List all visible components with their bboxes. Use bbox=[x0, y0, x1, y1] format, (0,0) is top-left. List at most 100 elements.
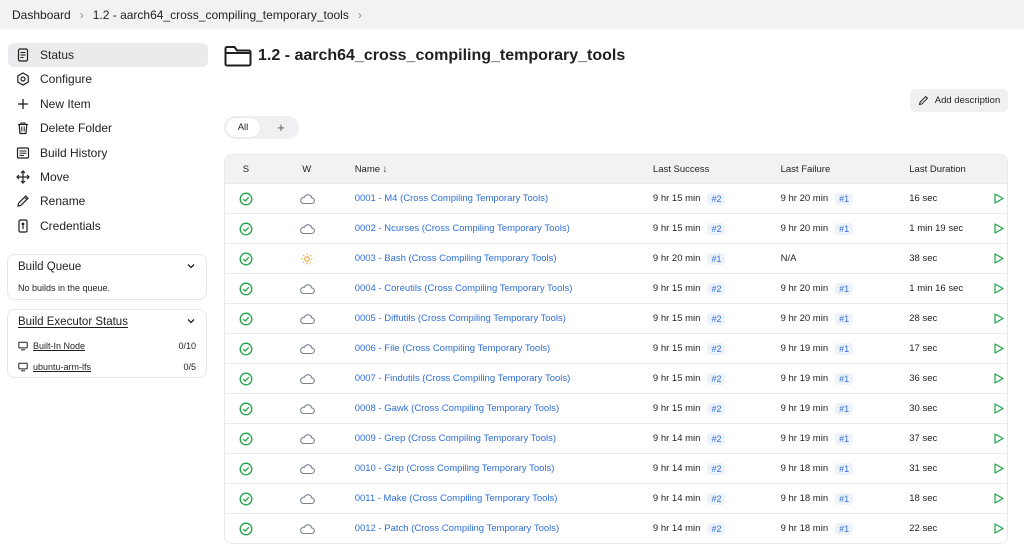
action-cell bbox=[989, 523, 1007, 534]
last-duration: 37 sec bbox=[909, 433, 938, 444]
sidebar-item-delete-folder[interactable]: Delete Folder bbox=[8, 116, 208, 140]
success-check-icon bbox=[239, 312, 253, 325]
executor-status-header[interactable]: Build Executor Status bbox=[8, 310, 206, 334]
sidebar-item-move[interactable]: Move bbox=[8, 165, 208, 189]
action-cell bbox=[989, 193, 1007, 204]
build-number-badge[interactable]: #1 bbox=[835, 222, 854, 235]
build-number-badge[interactable]: #1 bbox=[835, 402, 854, 415]
build-number-badge[interactable]: #2 bbox=[707, 342, 726, 355]
job-link[interactable]: 0007 - Findutils (Cross Compiling Tempor… bbox=[355, 373, 571, 384]
table-row: 0001 - M4 (Cross Compiling Temporary Too… bbox=[225, 183, 1007, 213]
build-number-badge[interactable]: #2 bbox=[707, 492, 726, 505]
last-failure-cell: 9 hr 20 min #1 bbox=[781, 192, 910, 205]
sidebar-item-label: Configure bbox=[40, 72, 93, 87]
job-link[interactable]: 0010 - Gzip (Cross Compiling Temporary T… bbox=[355, 463, 555, 474]
sidebar-item-rename[interactable]: Rename bbox=[8, 189, 208, 213]
sidebar-item-label: Credentials bbox=[40, 218, 101, 233]
sidebar-item-status[interactable]: Status bbox=[8, 43, 208, 67]
tab-all[interactable]: All bbox=[226, 118, 260, 137]
play-icon[interactable] bbox=[993, 343, 1004, 354]
job-link[interactable]: 0004 - Coreutils (Cross Compiling Tempor… bbox=[355, 283, 573, 294]
last-success-time: 9 hr 14 min bbox=[652, 523, 701, 534]
build-number-badge[interactable]: #1 bbox=[835, 342, 854, 355]
breadcrumb: Dashboard › 1.2 - aarch64_cross_compilin… bbox=[0, 0, 1024, 29]
build-number-badge[interactable]: #2 bbox=[707, 522, 726, 535]
executor-node-name[interactable]: ubuntu-arm-lfs bbox=[33, 362, 183, 372]
play-icon[interactable] bbox=[993, 493, 1004, 504]
add-description-button[interactable]: Add description bbox=[910, 89, 1008, 112]
executor-node-name[interactable]: Built-In Node bbox=[33, 341, 178, 351]
header-last-duration[interactable]: Last Duration bbox=[909, 164, 989, 175]
build-number-badge[interactable]: #1 bbox=[835, 492, 854, 505]
job-link[interactable]: 0002 - Ncurses (Cross Compiling Temporar… bbox=[355, 223, 570, 234]
build-number-badge[interactable]: #1 bbox=[835, 282, 854, 295]
header-last-success[interactable]: Last Success bbox=[653, 164, 781, 175]
jobs-table: S W Name ↓ Last Success Last Failure Las… bbox=[224, 154, 1008, 544]
build-number-badge[interactable]: #1 bbox=[707, 252, 726, 265]
play-icon[interactable] bbox=[993, 463, 1004, 474]
job-link[interactable]: 0003 - Bash (Cross Compiling Temporary T… bbox=[355, 253, 557, 264]
build-number-badge[interactable]: #2 bbox=[707, 462, 726, 475]
sidebar-item-new-item[interactable]: New Item bbox=[8, 92, 208, 116]
build-number-badge[interactable]: #1 bbox=[835, 192, 854, 205]
name-cell: 0001 - M4 (Cross Compiling Temporary Too… bbox=[347, 193, 653, 204]
chevron-down-icon[interactable] bbox=[186, 261, 196, 274]
last-success-cell: 9 hr 14 min #2 bbox=[653, 432, 781, 445]
job-link[interactable]: 0008 - Gawk (Cross Compiling Temporary T… bbox=[355, 403, 560, 414]
header-name[interactable]: Name ↓ bbox=[347, 164, 653, 175]
last-duration-cell: 31 sec bbox=[909, 463, 989, 474]
table-row: 0011 - Make (Cross Compiling Temporary T… bbox=[225, 483, 1007, 513]
job-link[interactable]: 0009 - Grep (Cross Compiling Temporary T… bbox=[355, 433, 556, 444]
sidebar-item-configure[interactable]: Configure bbox=[8, 67, 208, 91]
play-icon[interactable] bbox=[993, 193, 1004, 204]
job-link[interactable]: 0011 - Make (Cross Compiling Temporary T… bbox=[355, 493, 558, 504]
build-number-badge[interactable]: #2 bbox=[707, 282, 726, 295]
header-weather[interactable]: W bbox=[267, 164, 347, 175]
job-link[interactable]: 0005 - Diffutils (Cross Compiling Tempor… bbox=[355, 313, 566, 324]
build-number-badge[interactable]: #1 bbox=[835, 312, 854, 325]
play-icon[interactable] bbox=[993, 223, 1004, 234]
sidebar-item-build-history[interactable]: Build History bbox=[8, 141, 208, 165]
last-failure-cell: N/A bbox=[781, 253, 910, 264]
play-icon[interactable] bbox=[993, 403, 1004, 414]
chevron-down-icon[interactable] bbox=[186, 316, 196, 329]
last-success-cell: 9 hr 15 min #2 bbox=[653, 312, 781, 325]
table-body: 0001 - M4 (Cross Compiling Temporary Too… bbox=[225, 183, 1007, 543]
play-icon[interactable] bbox=[993, 523, 1004, 534]
breadcrumb-dashboard[interactable]: Dashboard bbox=[12, 8, 71, 22]
build-number-badge[interactable]: #2 bbox=[707, 372, 726, 385]
build-number-badge[interactable]: #2 bbox=[707, 192, 726, 205]
build-number-badge[interactable]: #1 bbox=[835, 372, 854, 385]
play-icon[interactable] bbox=[993, 313, 1004, 324]
job-link[interactable]: 0001 - M4 (Cross Compiling Temporary Too… bbox=[355, 193, 548, 204]
build-number-badge[interactable]: #2 bbox=[707, 432, 726, 445]
job-link[interactable]: 0012 - Patch (Cross Compiling Temporary … bbox=[355, 523, 560, 534]
breadcrumb-folder[interactable]: 1.2 - aarch64_cross_compiling_temporary_… bbox=[93, 8, 349, 22]
chevron-right-icon[interactable]: › bbox=[358, 8, 362, 22]
header-status[interactable]: S bbox=[225, 164, 267, 175]
build-number-badge[interactable]: #1 bbox=[835, 522, 854, 535]
sidebar-item-credentials[interactable]: Credentials bbox=[8, 214, 208, 238]
name-cell: 0006 - File (Cross Compiling Temporary T… bbox=[347, 343, 653, 354]
executor-status-title[interactable]: Build Executor Status bbox=[18, 316, 128, 328]
job-link[interactable]: 0006 - File (Cross Compiling Temporary T… bbox=[355, 343, 551, 354]
play-icon[interactable] bbox=[993, 253, 1004, 264]
build-number-badge[interactable]: #1 bbox=[835, 462, 854, 475]
build-number-badge[interactable]: #2 bbox=[707, 222, 726, 235]
play-icon[interactable] bbox=[993, 433, 1004, 444]
status-cell bbox=[225, 222, 267, 236]
build-number-badge[interactable]: #2 bbox=[707, 312, 726, 325]
build-number-badge[interactable]: #1 bbox=[835, 432, 854, 445]
last-success-time: 9 hr 14 min bbox=[652, 493, 701, 504]
last-success-cell: 9 hr 15 min #2 bbox=[653, 222, 781, 235]
play-icon[interactable] bbox=[993, 283, 1004, 294]
build-queue-header[interactable]: Build Queue bbox=[8, 255, 206, 279]
build-number-badge[interactable]: #2 bbox=[707, 402, 726, 415]
add-view-button[interactable]: + bbox=[272, 118, 290, 137]
name-cell: 0005 - Diffutils (Cross Compiling Tempor… bbox=[347, 313, 653, 324]
header-last-failure[interactable]: Last Failure bbox=[781, 164, 910, 175]
pencil-icon bbox=[16, 194, 30, 208]
last-success-cell: 9 hr 15 min #2 bbox=[653, 402, 781, 415]
sunny-weather-icon bbox=[301, 253, 313, 264]
play-icon[interactable] bbox=[993, 373, 1004, 384]
